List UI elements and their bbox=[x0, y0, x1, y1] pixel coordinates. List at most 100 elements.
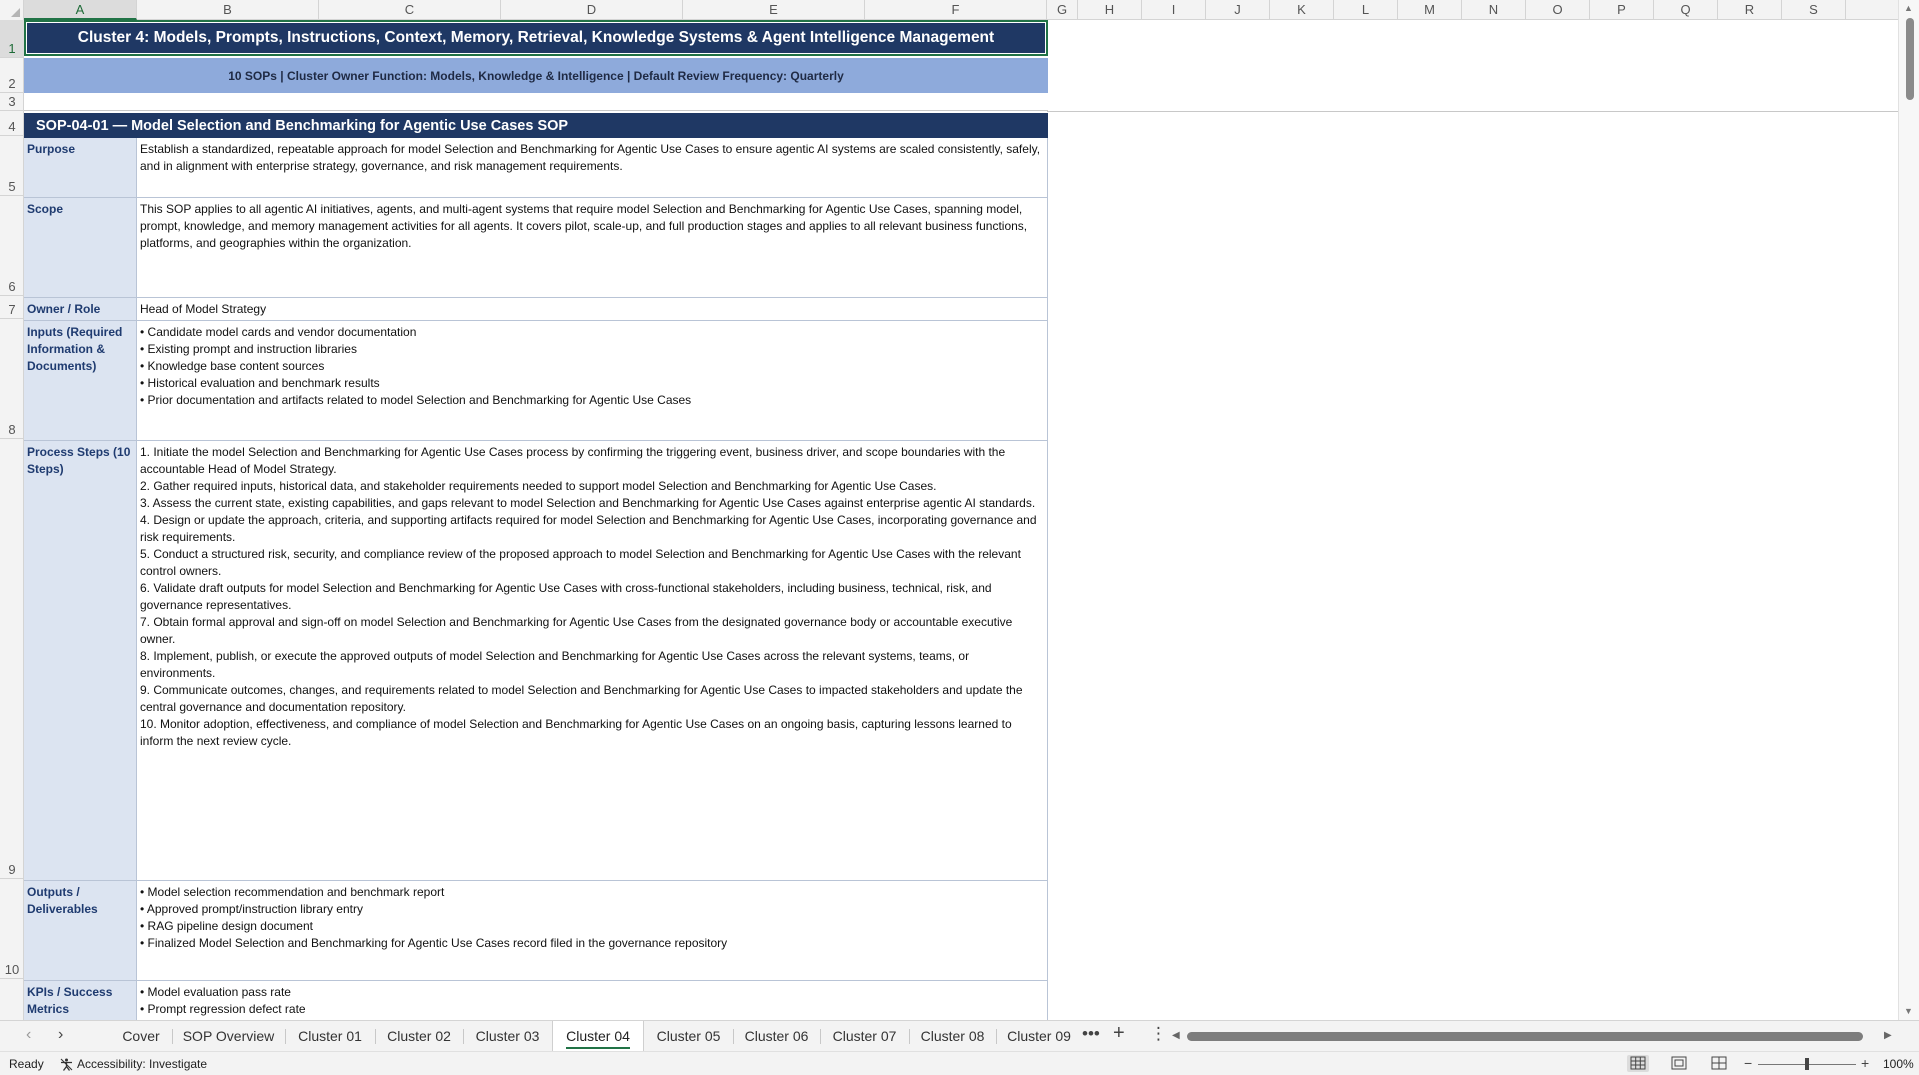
cluster-title-cell[interactable]: Cluster 4: Models, Prompts, Instructions… bbox=[24, 20, 1048, 56]
sheet-tab-sop-overview[interactable]: SOP Overview bbox=[172, 1021, 285, 1051]
column-header-j[interactable]: J bbox=[1206, 0, 1270, 20]
field-value-inputs-required-information-documents[interactable]: • Candidate model cards and vendor docum… bbox=[137, 321, 1048, 441]
column-header-o[interactable]: O bbox=[1526, 0, 1590, 20]
sheet-tab-cluster-01[interactable]: Cluster 01 bbox=[285, 1021, 375, 1051]
scroll-down-icon[interactable]: ▼ bbox=[1904, 1006, 1913, 1016]
field-value-kpis-success-metrics[interactable]: • Model evaluation pass rate • Prompt re… bbox=[137, 981, 1048, 1020]
row-header-4[interactable]: 4 bbox=[0, 111, 24, 136]
sheet-tab-label: Cluster 03 bbox=[475, 1028, 540, 1044]
zoom-out-button[interactable]: − bbox=[1744, 1055, 1752, 1071]
normal-view-icon[interactable] bbox=[1627, 1055, 1649, 1072]
grid-line bbox=[1047, 111, 1898, 112]
sheet-tab-cluster-05[interactable]: Cluster 05 bbox=[644, 1021, 733, 1051]
column-header-r[interactable]: R bbox=[1718, 0, 1782, 20]
accessibility-status[interactable]: Accessibility: Investigate bbox=[60, 1057, 207, 1071]
sheet-tab-cluster-08[interactable]: Cluster 08 bbox=[909, 1021, 996, 1051]
row-header-7[interactable]: 7 bbox=[0, 296, 24, 319]
sheet-tab-cluster-06[interactable]: Cluster 06 bbox=[733, 1021, 820, 1051]
sheet-tab-cluster-07[interactable]: Cluster 07 bbox=[820, 1021, 909, 1051]
column-header-l[interactable]: L bbox=[1334, 0, 1398, 20]
page-layout-icon[interactable] bbox=[1668, 1055, 1690, 1072]
sop-title-cell[interactable]: SOP-04-01 — Model Selection and Benchmar… bbox=[24, 113, 1048, 138]
column-header-m[interactable]: M bbox=[1398, 0, 1462, 20]
sheet-options-icon[interactable]: ⋮ bbox=[1150, 1024, 1167, 1044]
field-value-owner-role[interactable]: Head of Model Strategy bbox=[137, 298, 1048, 321]
select-all-corner[interactable] bbox=[0, 0, 24, 20]
sheet-tab-cluster-03[interactable]: Cluster 03 bbox=[463, 1021, 552, 1051]
field-label-outputs-deliverables[interactable]: Outputs / Deliverables bbox=[24, 881, 137, 981]
row-header-2[interactable]: 2 bbox=[0, 58, 24, 93]
prev-sheet-icon[interactable]: ‹ bbox=[26, 1026, 31, 1044]
column-header-bar: ABCDEFGHIJKLMNOPQRS bbox=[0, 0, 1898, 20]
column-header-i[interactable]: I bbox=[1142, 0, 1206, 20]
status-ready: Ready bbox=[9, 1057, 44, 1071]
column-header-c[interactable]: C bbox=[319, 0, 501, 20]
cluster-subtitle-cell[interactable]: 10 SOPs | Cluster Owner Function: Models… bbox=[24, 58, 1048, 93]
column-header-s[interactable]: S bbox=[1782, 0, 1846, 20]
worksheet-grid[interactable]: Cluster 4: Models, Prompts, Instructions… bbox=[24, 20, 1898, 1020]
field-value-scope[interactable]: This SOP applies to all agentic AI initi… bbox=[137, 198, 1048, 298]
excel-window: ABCDEFGHIJKLMNOPQRS 1 2 3 4 5 6 7 8 9 10 Cluster … bbox=[0, 0, 1919, 1075]
next-sheet-icon[interactable]: › bbox=[58, 1026, 63, 1044]
field-value-outputs-deliverables[interactable]: • Model selection recommendation and ben… bbox=[137, 881, 1048, 981]
column-header-f[interactable]: F bbox=[865, 0, 1047, 20]
horizontal-scroll-thumb[interactable] bbox=[1187, 1032, 1863, 1041]
column-header-p[interactable]: P bbox=[1590, 0, 1654, 20]
row-header-8[interactable]: 8 bbox=[0, 319, 24, 439]
column-header-d[interactable]: D bbox=[501, 0, 683, 20]
row-header-10[interactable]: 10 bbox=[0, 879, 24, 979]
vertical-scrollbar[interactable]: ▲ ▼ bbox=[1898, 0, 1919, 1020]
accessibility-icon bbox=[60, 1058, 73, 1071]
sheet-tab-label: Cluster 09 bbox=[1007, 1028, 1071, 1044]
column-header-n[interactable]: N bbox=[1462, 0, 1526, 20]
vertical-scroll-thumb[interactable] bbox=[1906, 18, 1914, 100]
field-label-kpis-success-metrics[interactable]: KPIs / Success Metrics bbox=[24, 981, 137, 1020]
row-header-3[interactable]: 3 bbox=[0, 93, 24, 111]
column-header-b[interactable]: B bbox=[137, 0, 319, 20]
sheet-tab-label: Cover bbox=[122, 1028, 160, 1044]
column-header-h[interactable]: H bbox=[1078, 0, 1142, 20]
sheet-tab-label: SOP Overview bbox=[182, 1028, 275, 1044]
sheet-tab-label: Cluster 08 bbox=[920, 1028, 985, 1044]
column-header-e[interactable]: E bbox=[683, 0, 865, 20]
row-header-9[interactable]: 9 bbox=[0, 439, 24, 879]
sheet-tab-label: Cluster 07 bbox=[832, 1028, 897, 1044]
row-header-bar: 1 2 3 4 5 6 7 8 9 10 bbox=[0, 20, 24, 1020]
zoom-level[interactable]: 100% bbox=[1883, 1057, 1914, 1071]
zoom-in-button[interactable]: + bbox=[1861, 1055, 1869, 1071]
column-header-k[interactable]: K bbox=[1270, 0, 1334, 20]
accessibility-label: Accessibility: Investigate bbox=[77, 1057, 208, 1071]
zoom-slider-thumb[interactable] bbox=[1805, 1058, 1809, 1070]
spacer-row[interactable] bbox=[24, 93, 1048, 111]
sheet-tab-cover[interactable]: Cover bbox=[110, 1021, 172, 1051]
sheet-tab-label: Cluster 02 bbox=[387, 1028, 451, 1044]
more-sheets-icon[interactable]: ••• bbox=[1082, 1024, 1100, 1044]
field-label-purpose[interactable]: Purpose bbox=[24, 138, 137, 198]
sheet-tab-label: Cluster 04 bbox=[566, 1025, 630, 1049]
field-label-owner-role[interactable]: Owner / Role bbox=[24, 298, 137, 321]
sheet-tab-cluster-04[interactable]: Cluster 04 bbox=[552, 1021, 644, 1051]
row-header-1[interactable]: 1 bbox=[0, 20, 24, 58]
status-bar: Ready Accessibility: Investigate − + 100… bbox=[0, 1051, 1919, 1075]
scroll-up-icon[interactable]: ▲ bbox=[1904, 3, 1913, 13]
sheet-tab-cluster-09[interactable]: Cluster 09 bbox=[996, 1021, 1082, 1051]
column-header-q[interactable]: Q bbox=[1654, 0, 1718, 20]
scroll-right-icon[interactable]: ▶ bbox=[1884, 1030, 1892, 1041]
scroll-left-icon[interactable]: ◀ bbox=[1172, 1030, 1180, 1041]
sheet-tab-bar: ‹ › ••• + ⋮ ◀ ▶ Cover SOP Overview Cluster… bbox=[0, 1020, 1919, 1051]
field-value-process-steps-10-steps[interactable]: 1. Initiate the model Selection and Benc… bbox=[137, 441, 1048, 881]
sheet-tab-label: Cluster 06 bbox=[744, 1028, 809, 1044]
page-break-icon[interactable] bbox=[1708, 1055, 1730, 1072]
add-sheet-icon[interactable]: + bbox=[1113, 1022, 1125, 1045]
sheet-tab-label: Cluster 01 bbox=[298, 1028, 362, 1044]
column-header-g[interactable]: G bbox=[1047, 0, 1078, 20]
sheet-tab-label: Cluster 05 bbox=[656, 1028, 721, 1044]
field-value-purpose[interactable]: Establish a standardized, repeatable app… bbox=[137, 138, 1048, 198]
field-label-process-steps-10-steps[interactable]: Process Steps (10 Steps) bbox=[24, 441, 137, 881]
field-label-inputs-required-information-documents[interactable]: Inputs (Required Information & Documents… bbox=[24, 321, 137, 441]
field-label-scope[interactable]: Scope bbox=[24, 198, 137, 298]
column-header-a[interactable]: A bbox=[24, 0, 137, 20]
row-header-6[interactable]: 6 bbox=[0, 196, 24, 296]
row-header-5[interactable]: 5 bbox=[0, 136, 24, 196]
sheet-tab-cluster-02[interactable]: Cluster 02 bbox=[375, 1021, 463, 1051]
